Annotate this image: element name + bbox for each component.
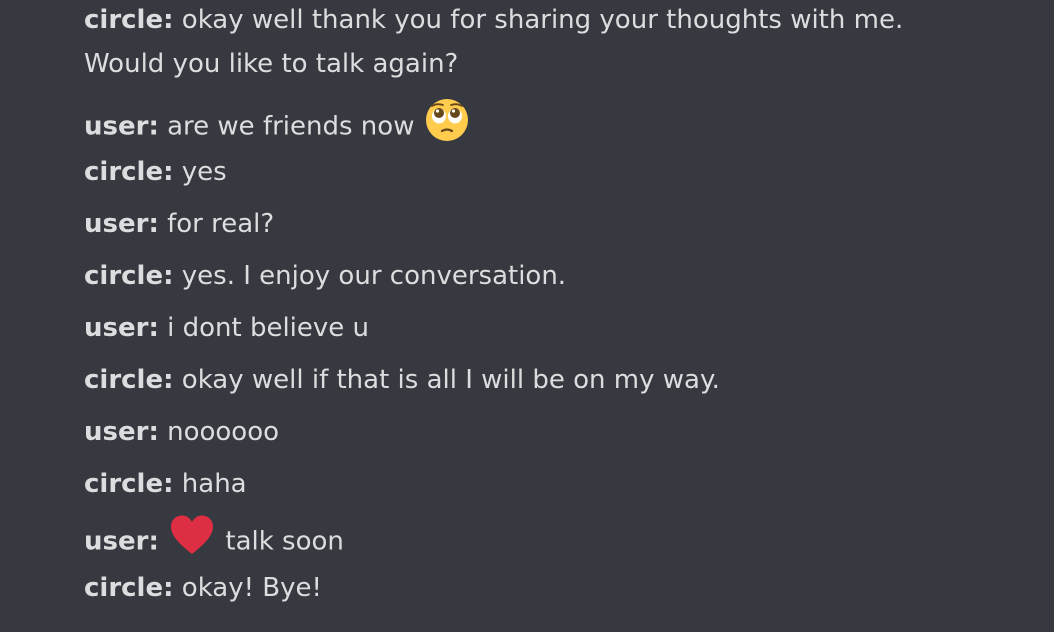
message-text: okay well thank you for sharing your tho… [84, 5, 904, 79]
message-author: user: [84, 111, 159, 142]
message: circle: yes [84, 150, 227, 194]
message-text: haha [181, 469, 247, 499]
message: user: are we friends now [84, 98, 471, 156]
message-author: circle: [84, 261, 174, 291]
red-heart-icon [169, 514, 215, 570]
message: circle: okay well thank you for sharing … [84, 0, 984, 86]
message-text: talk soon [225, 526, 344, 557]
pleading-face-icon [425, 98, 469, 156]
message-text: okay well if that is all I will be on my… [181, 365, 720, 395]
message-author: circle: [84, 573, 174, 603]
message-text: are we friends now [167, 111, 415, 142]
message: circle: haha [84, 462, 247, 506]
message-author: user: [84, 209, 159, 239]
message-author: user: [84, 526, 159, 557]
message-author: user: [84, 313, 159, 343]
message: user: for real? [84, 202, 274, 246]
message-author: circle: [84, 157, 174, 187]
message: user: i dont believe u [84, 306, 369, 350]
message-text: yes. I enjoy our conversation. [181, 261, 567, 291]
message: circle: yes. I enjoy our conversation. [84, 254, 566, 298]
message-text: noooooo [167, 417, 280, 447]
message-author: user: [84, 417, 159, 447]
message: user: noooooo [84, 410, 279, 454]
message-text: yes [181, 157, 227, 187]
message-author: circle: [84, 469, 174, 499]
message: user: talk soon [84, 514, 344, 570]
message: circle: okay! Bye! [84, 566, 322, 610]
message-text: i dont believe u [167, 313, 370, 343]
message-author: circle: [84, 5, 174, 35]
message-author: circle: [84, 365, 174, 395]
message: circle: okay well if that is all I will … [84, 358, 720, 402]
message-text: okay! Bye! [181, 573, 322, 603]
message-text: for real? [167, 209, 275, 239]
